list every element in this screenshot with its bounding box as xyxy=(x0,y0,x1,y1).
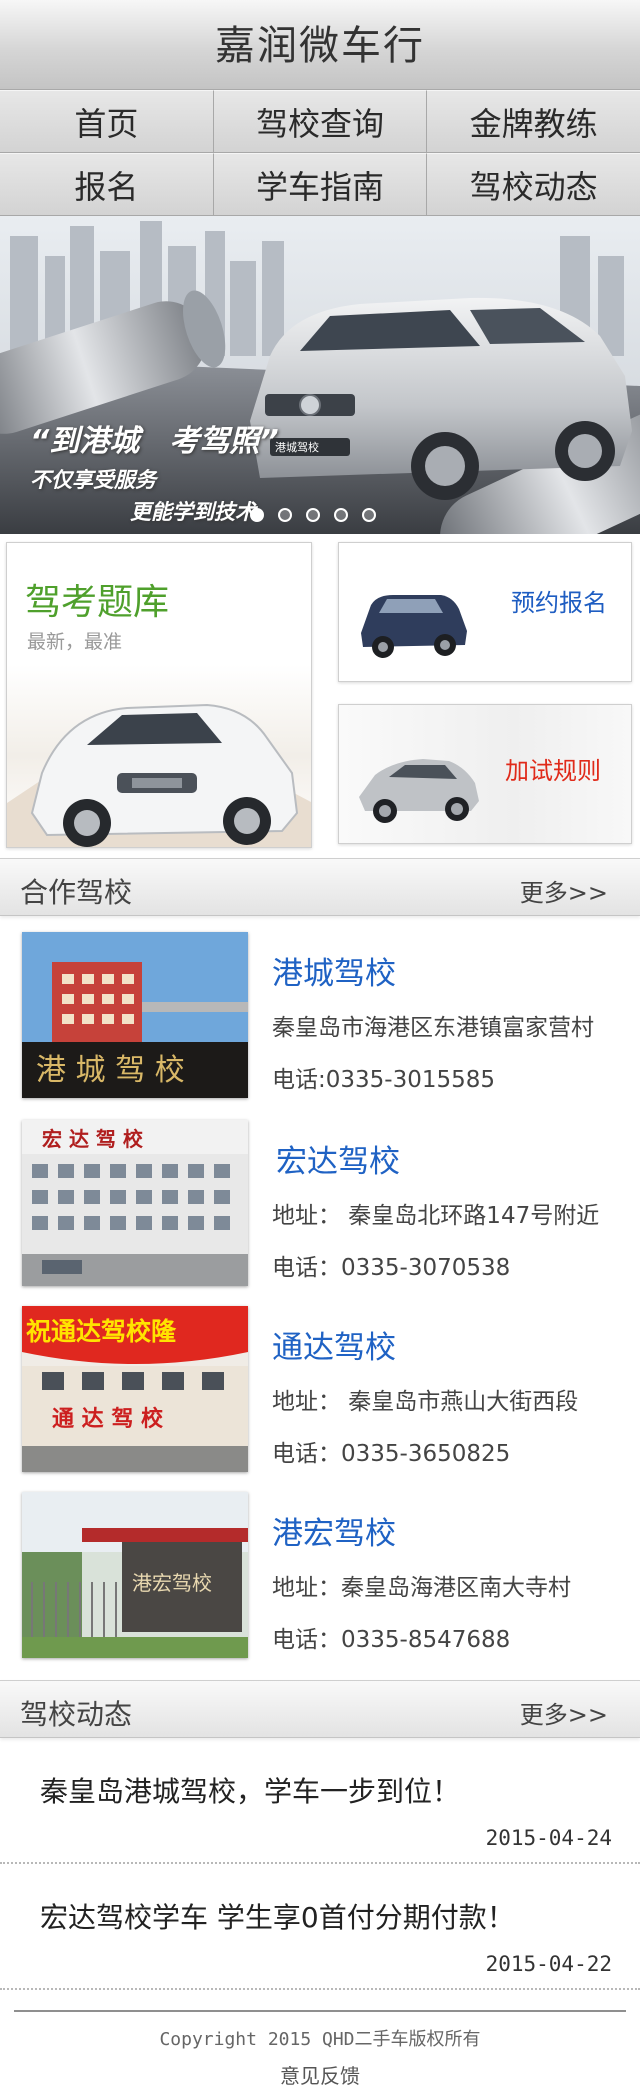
suv-image xyxy=(7,703,311,847)
school-item[interactable]: 祝通达驾校隆 通 达 驾 校 通达驾校 地址： 秦皇岛市燕山大街西段 电话：03… xyxy=(0,1306,640,1476)
banner-tagline: “到港城 考驾照” xyxy=(30,424,279,459)
svg-text:祝通达驾校隆: 祝通达驾校隆 xyxy=(26,1317,177,1346)
nav-signup[interactable]: 报名 xyxy=(0,153,214,216)
slide-dot[interactable] xyxy=(306,508,320,522)
news-item[interactable]: 宏达驾校学车 学生享0首付分期付款！ 2015-04-22 xyxy=(0,1866,640,1990)
copyright-text: Copyright 2015 QHD二手车版权所有 xyxy=(159,2029,481,2050)
main-nav: 首页 驾校查询 金牌教练 报名 学车指南 驾校动态 xyxy=(0,90,640,216)
banner-subtitle-2: 更能学到技术 xyxy=(130,500,256,524)
nav-school-search[interactable]: 驾校查询 xyxy=(213,90,428,153)
school-name[interactable]: 港宏驾校 xyxy=(272,1508,396,1553)
school-item[interactable]: 港宏驾校 港宏驾校 地址：秦皇岛海港区南大寺村 电话：0335-8547688 xyxy=(0,1492,640,1662)
app-header: 嘉润微车行 xyxy=(0,0,640,90)
news-date: 2015-04-24 xyxy=(485,1826,612,1850)
partners-more-link[interactable]: 更多>> xyxy=(520,873,608,908)
school-name[interactable]: 通达驾校 xyxy=(272,1322,396,1367)
news-headline[interactable]: 宏达驾校学车 学生享0首付分期付款！ xyxy=(40,1896,515,1936)
svg-text:港宏驾校: 港宏驾校 xyxy=(132,1571,212,1595)
slide-dot[interactable] xyxy=(334,508,348,522)
school-phone: 电话:0335-3015585 xyxy=(272,1067,496,1093)
nav-learning-guide[interactable]: 学车指南 xyxy=(213,153,428,216)
svg-text:港城驾校: 港城驾校 xyxy=(275,440,319,454)
news-item[interactable]: 秦皇岛港城驾校，学车一步到位！ 2015-04-24 xyxy=(0,1740,640,1864)
partners-section-header: 合作驾校 更多>> xyxy=(0,858,640,916)
rules-card[interactable]: 加试规则 xyxy=(338,704,632,844)
slide-indicators xyxy=(250,508,376,522)
school-photo: 港 城 驾 校 xyxy=(22,932,248,1098)
school-phone: 电话：0335-3070538 xyxy=(272,1255,511,1281)
news-headline[interactable]: 秦皇岛港城驾校，学车一步到位！ xyxy=(40,1770,460,1810)
slide-dot[interactable] xyxy=(362,508,376,522)
svg-text:港 城 驾 校: 港 城 驾 校 xyxy=(36,1053,185,1088)
school-photo: 宏 达 驾 校 xyxy=(22,1120,248,1286)
minivan-image xyxy=(361,595,467,658)
news-more-link[interactable]: 更多>> xyxy=(520,1695,608,1730)
school-address: 地址：秦皇岛海港区南大寺村 xyxy=(272,1575,571,1601)
svg-text:宏 达 驾 校: 宏 达 驾 校 xyxy=(42,1127,144,1151)
signup-label: 预约报名 xyxy=(511,589,607,617)
school-item[interactable]: 港 城 驾 校 港城驾校 秦皇岛市海港区东港镇富家营村 电话:0335-3015… xyxy=(0,932,640,1102)
signup-card[interactable]: 预约报名 xyxy=(338,542,632,682)
school-name[interactable]: 宏达驾校 xyxy=(276,1136,400,1181)
nav-gold-coach[interactable]: 金牌教练 xyxy=(427,90,640,153)
school-item[interactable]: 宏 达 驾 校 宏达驾校 地址： 秦皇岛北环路147号附近 电话：0335-30… xyxy=(0,1120,640,1290)
banner-slider[interactable]: 港城驾校 “到港城 考驾照” 不仅享受服务 更能学到技术 xyxy=(0,216,640,534)
app-title: 嘉润微车行 xyxy=(215,23,425,69)
nav-home[interactable]: 首页 xyxy=(0,90,214,153)
news-section-header: 驾校动态 更多>> xyxy=(0,1680,640,1738)
svg-text:通 达 驾 校: 通 达 驾 校 xyxy=(52,1406,164,1432)
sedan-image xyxy=(359,759,479,823)
school-photo: 港宏驾校 xyxy=(22,1492,248,1658)
school-address: 地址： 秦皇岛市燕山大街西段 xyxy=(272,1389,579,1415)
school-address: 地址： 秦皇岛北环路147号附近 xyxy=(272,1203,600,1229)
school-phone: 电话：0335-3650825 xyxy=(272,1441,511,1467)
exam-bank-card[interactable]: 驾考题库 最新，最准 xyxy=(6,542,312,848)
slide-dot[interactable] xyxy=(250,508,264,522)
exam-bank-title: 驾考题库 xyxy=(25,582,170,623)
partners-title: 合作驾校 xyxy=(20,876,133,909)
news-date: 2015-04-22 xyxy=(485,1952,612,1976)
school-name[interactable]: 港城驾校 xyxy=(272,948,396,993)
exam-bank-subtitle: 最新，最准 xyxy=(27,631,123,653)
feedback-link[interactable]: 意见反馈 xyxy=(0,2060,640,2089)
nav-school-news[interactable]: 驾校动态 xyxy=(427,153,640,216)
school-phone: 电话：0335-8547688 xyxy=(272,1627,511,1653)
news-title: 驾校动态 xyxy=(20,1698,133,1731)
banner-subtitle-1: 不仅享受服务 xyxy=(30,468,156,492)
school-address: 秦皇岛市海港区东港镇富家营村 xyxy=(272,1015,594,1041)
rules-label: 加试规则 xyxy=(505,757,601,785)
school-photo: 祝通达驾校隆 通 达 驾 校 xyxy=(22,1306,248,1472)
slide-dot[interactable] xyxy=(278,508,292,522)
feature-cards: 驾考题库 最新，最准 预约报名 加试规则 xyxy=(0,534,640,856)
footer-divider xyxy=(14,2010,626,2012)
